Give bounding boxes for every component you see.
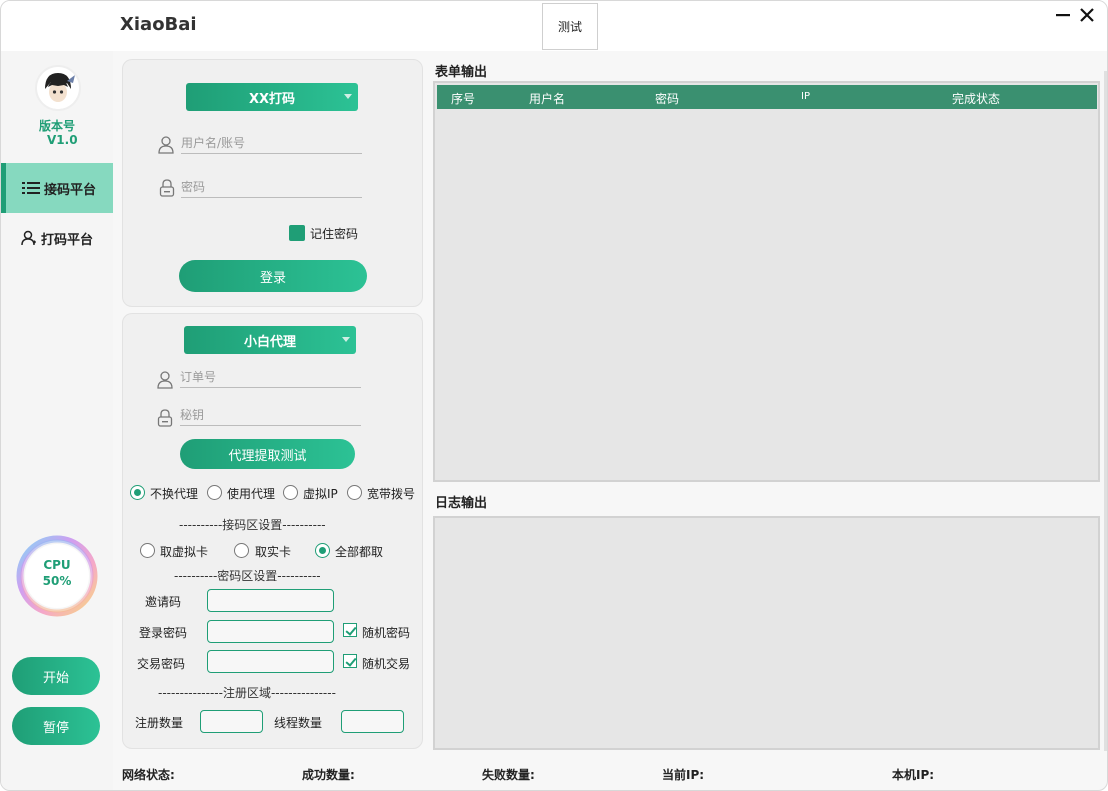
thread-count-label: 线程数量 bbox=[274, 716, 323, 730]
column-header-password[interactable]: 密码 bbox=[655, 90, 679, 107]
avatar bbox=[35, 65, 81, 111]
user-icon bbox=[157, 371, 173, 389]
password-field[interactable] bbox=[181, 176, 362, 198]
invite-code-label: 邀请码 bbox=[145, 595, 182, 609]
proxy-provider-select[interactable]: 小白代理 bbox=[184, 326, 356, 354]
radio-broadband-dial[interactable] bbox=[347, 485, 362, 500]
select-value: 小白代理 bbox=[243, 334, 296, 350]
select-value: XX打码 bbox=[248, 91, 296, 107]
register-count-label: 注册数量 bbox=[135, 716, 184, 730]
user-icon bbox=[158, 136, 174, 154]
log-output-area[interactable] bbox=[433, 516, 1100, 750]
code-section-divider: ----------接码区设置---------- bbox=[179, 518, 326, 532]
invite-code-input[interactable] bbox=[207, 589, 334, 612]
radio-label: 全部都取 bbox=[335, 545, 384, 559]
username-field[interactable] bbox=[181, 132, 362, 154]
fail-count: 失败数量: bbox=[482, 768, 535, 782]
radio-label: 宽带拨号 bbox=[367, 487, 416, 501]
local-ip: 本机IP: bbox=[892, 768, 935, 782]
secret-key-field[interactable] bbox=[180, 404, 361, 426]
register-count-input[interactable] bbox=[200, 710, 263, 733]
login-button[interactable]: 登录 bbox=[179, 260, 367, 292]
login-panel: XX打码 记住密码 登录 bbox=[122, 59, 423, 307]
version-label: 版本号 bbox=[38, 119, 75, 133]
password-input[interactable] bbox=[181, 179, 362, 194]
secret-key-input[interactable] bbox=[180, 407, 361, 422]
title-bar: XiaoBai 测试 bbox=[1, 1, 1107, 51]
cpu-label: CPU bbox=[43, 558, 71, 572]
random-trade-checkbox[interactable] bbox=[343, 654, 357, 668]
nav-item-captcha-platform[interactable]: 打码平台 bbox=[1, 213, 113, 263]
radio-virtual-ip[interactable] bbox=[283, 485, 298, 500]
close-icon[interactable] bbox=[1077, 5, 1097, 25]
app-window: XiaoBai 测试 版本号 V1.0 接码平台 打码平台 CPU 50% 开始… bbox=[0, 0, 1108, 791]
random-password-label: 随机密码 bbox=[362, 626, 411, 640]
chevron-down-icon bbox=[344, 94, 352, 99]
radio-use-proxy[interactable] bbox=[207, 485, 222, 500]
nav-item-code-platform[interactable]: 接码平台 bbox=[1, 163, 113, 213]
radio-label: 取实卡 bbox=[255, 545, 292, 559]
log-output-title: 日志输出 bbox=[435, 496, 488, 511]
cpu-value: 50% bbox=[42, 574, 72, 588]
radio-label: 取虚拟卡 bbox=[160, 545, 209, 559]
proxy-panel: 小白代理 代理提取测试 不换代理 使用代理 虚拟IP 宽带拨号 --------… bbox=[122, 313, 423, 749]
window-scrollbar[interactable] bbox=[1104, 71, 1107, 751]
radio-take-all[interactable] bbox=[315, 543, 330, 558]
remember-password-checkbox[interactable] bbox=[289, 225, 305, 241]
column-header-ip[interactable]: IP bbox=[801, 91, 810, 102]
radio-no-proxy[interactable] bbox=[130, 485, 145, 500]
chevron-down-icon bbox=[342, 337, 350, 342]
random-password-checkbox[interactable] bbox=[343, 623, 357, 637]
trade-password-input[interactable] bbox=[207, 650, 334, 673]
column-header-index[interactable]: 序号 bbox=[451, 90, 475, 107]
password-section-divider: ----------密码区设置---------- bbox=[174, 569, 321, 583]
radio-label: 虚拟IP bbox=[303, 487, 338, 501]
version-number: V1.0 bbox=[47, 133, 78, 147]
random-trade-label: 随机交易 bbox=[362, 657, 411, 671]
nav-item-label: 打码平台 bbox=[41, 232, 94, 248]
login-password-label: 登录密码 bbox=[139, 626, 188, 640]
start-button[interactable]: 开始 bbox=[12, 657, 100, 695]
captcha-platform-select[interactable]: XX打码 bbox=[186, 83, 358, 111]
thread-count-input[interactable] bbox=[341, 710, 404, 733]
table-header: 序号 用户名 密码 IP 完成状态 bbox=[437, 85, 1097, 109]
minimize-icon[interactable] bbox=[1053, 5, 1073, 25]
radio-label: 不换代理 bbox=[150, 487, 199, 501]
username-input[interactable] bbox=[181, 135, 362, 150]
current-ip: 当前IP: bbox=[662, 768, 705, 782]
test-button[interactable]: 测试 bbox=[542, 3, 598, 50]
app-title: XiaoBai bbox=[120, 14, 197, 35]
network-status: 网络状态: bbox=[122, 768, 175, 782]
pause-button[interactable]: 暂停 bbox=[12, 707, 100, 745]
radio-label: 使用代理 bbox=[227, 487, 276, 501]
lock-icon bbox=[157, 409, 173, 427]
column-header-username[interactable]: 用户名 bbox=[529, 90, 565, 107]
order-number-field[interactable] bbox=[180, 366, 361, 388]
order-number-input[interactable] bbox=[180, 369, 361, 384]
nav-item-label: 接码平台 bbox=[44, 182, 97, 198]
cpu-readout: CPU 50% bbox=[13, 557, 101, 589]
form-output-table: 序号 用户名 密码 IP 完成状态 bbox=[433, 81, 1100, 482]
user-icon bbox=[21, 230, 36, 246]
list-icon bbox=[22, 182, 40, 194]
form-output-title: 表单输出 bbox=[435, 65, 488, 80]
register-section-divider: ---------------注册区域--------------- bbox=[158, 686, 336, 700]
remember-password-label: 记住密码 bbox=[310, 227, 359, 241]
lock-icon bbox=[159, 179, 175, 197]
column-header-status[interactable]: 完成状态 bbox=[952, 90, 1000, 107]
radio-virtual-card[interactable] bbox=[140, 543, 155, 558]
success-count: 成功数量: bbox=[302, 768, 355, 782]
trade-password-label: 交易密码 bbox=[137, 657, 186, 671]
proxy-test-button[interactable]: 代理提取测试 bbox=[180, 439, 355, 469]
sidebar: 版本号 V1.0 接码平台 打码平台 CPU 50% 开始 暂停 bbox=[1, 51, 113, 790]
radio-real-card[interactable] bbox=[234, 543, 249, 558]
login-password-input[interactable] bbox=[207, 620, 334, 643]
